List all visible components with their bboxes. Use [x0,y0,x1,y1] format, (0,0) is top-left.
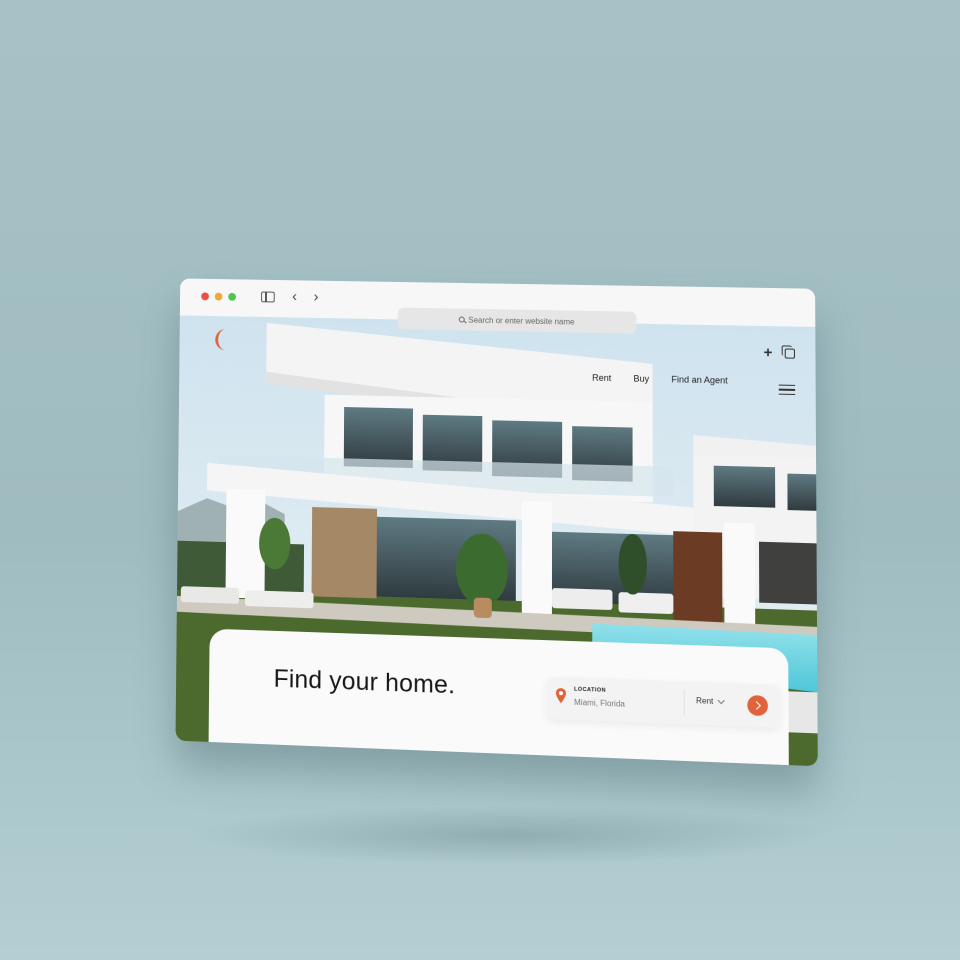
chevron-right-icon [752,701,761,710]
address-placeholder: Search or enter website name [468,315,574,326]
listing-type-value: Rent [696,696,713,706]
nav-link-rent[interactable]: Rent [592,373,611,383]
property-search: LOCATION Rent [546,676,781,727]
search-submit-button[interactable] [747,695,768,716]
brand-logo[interactable] [212,328,230,352]
forward-icon[interactable]: › [314,289,319,305]
chevron-down-icon [717,696,724,703]
location-input[interactable] [574,698,676,711]
maximize-window-button[interactable] [228,293,236,301]
tabs-icon[interactable] [785,348,795,358]
search-icon [458,317,464,323]
menu-icon[interactable] [779,385,795,395]
browser-tab-actions: + [763,344,795,362]
close-window-button[interactable] [201,292,209,300]
location-pin-icon [556,688,566,705]
page-title: Find your home. [274,665,456,701]
back-icon[interactable]: ‹ [292,289,297,305]
sidebar-icon[interactable] [261,291,275,302]
listing-type-select[interactable]: Rent [696,696,724,706]
address-bar[interactable]: Search or enter website name [398,308,637,334]
search-card: Find your home. LOCATION Rent [209,629,789,767]
new-tab-icon[interactable]: + [763,344,772,361]
nav-link-find-agent[interactable]: Find an Agent [671,374,727,385]
browser-window: ‹ › + Rent Buy Find an Agent Find your h… [175,278,817,766]
minimize-window-button[interactable] [215,293,223,301]
page-viewport: + Rent Buy Find an Agent Find your home.… [175,315,817,766]
floor-shadow [190,805,830,865]
location-label: LOCATION [574,687,606,694]
search-divider [684,690,685,717]
nav-link-buy[interactable]: Buy [633,374,649,384]
